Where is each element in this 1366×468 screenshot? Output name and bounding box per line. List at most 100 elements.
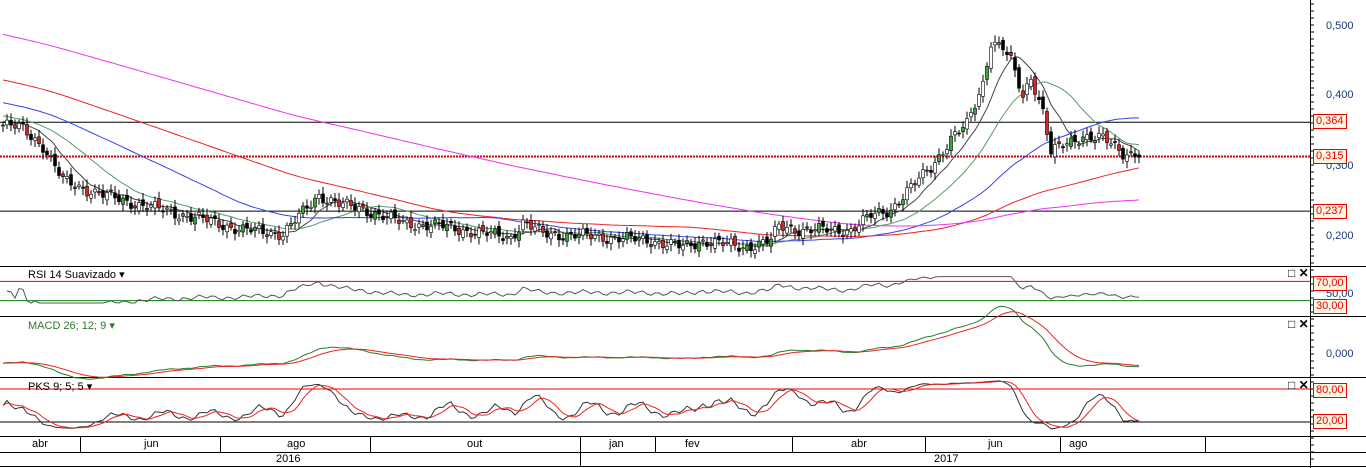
candle [733, 235, 737, 246]
candle [757, 241, 761, 248]
dropdown-icon[interactable]: ▾ [87, 381, 93, 393]
candle [921, 169, 925, 179]
candle [649, 244, 653, 247]
candle [945, 149, 949, 155]
x-month: fev [685, 438, 700, 450]
chart-window: RSI 14 Suavizado ▾ MACD 26; 12; 9 ▾ PKS … [0, 0, 1366, 468]
candle [1049, 131, 1053, 155]
candle [409, 217, 413, 229]
candle [89, 193, 93, 199]
x-month: ago [1069, 438, 1088, 450]
candle [817, 223, 821, 233]
candle [1013, 57, 1017, 71]
candle [225, 224, 229, 233]
price-tag-current: 0,315 [1313, 149, 1347, 164]
candle [877, 208, 881, 213]
candle [705, 241, 709, 247]
candle [377, 209, 381, 215]
candle [833, 226, 837, 232]
rsi-title[interactable]: RSI 14 Suavizado ▾ [28, 268, 125, 281]
dropdown-icon[interactable]: ▾ [109, 320, 115, 332]
candle [1025, 83, 1029, 96]
close-icon[interactable]: ✕ [1299, 378, 1309, 392]
candle [865, 214, 869, 218]
candle [81, 186, 85, 189]
close-icon[interactable]: ✕ [1299, 266, 1309, 280]
candle [541, 225, 545, 233]
candle [221, 224, 225, 231]
candle [1053, 144, 1057, 158]
candle [781, 221, 785, 231]
pks-title[interactable]: PKS 9; 5; 5 ▾ [28, 380, 92, 393]
rsi-level-70: 70,00 [1313, 276, 1347, 291]
candle [573, 234, 577, 239]
dropdown-icon[interactable]: ▾ [119, 269, 125, 281]
candle [1133, 153, 1137, 158]
candle [305, 205, 309, 209]
candle [977, 94, 981, 107]
candle [729, 238, 733, 246]
x-month: abr [32, 438, 48, 450]
candle [177, 218, 181, 222]
x-month: jun [988, 438, 1003, 450]
moving-average-200 [2, 34, 1140, 227]
maximize-icon[interactable]: □ [1288, 317, 1295, 331]
candle [101, 190, 105, 198]
candle [401, 220, 405, 222]
candle [369, 213, 373, 218]
candle [949, 135, 953, 151]
candle [501, 238, 505, 241]
candle [785, 227, 789, 234]
candle [989, 46, 993, 69]
candle [261, 224, 265, 234]
maximize-icon[interactable]: □ [1288, 266, 1295, 280]
candle [741, 247, 745, 250]
candle [565, 232, 569, 242]
candle [1109, 143, 1113, 146]
candle [537, 224, 541, 226]
x-month: abr [851, 438, 867, 450]
candle [601, 233, 605, 242]
candle [673, 241, 677, 243]
candle [1081, 136, 1085, 142]
candle [813, 229, 817, 232]
candle [393, 209, 397, 219]
candle [361, 204, 365, 208]
candle [557, 233, 561, 241]
candle [1085, 134, 1089, 140]
candle [125, 194, 129, 201]
candle [753, 249, 757, 254]
candle [37, 136, 41, 144]
candle [1121, 147, 1125, 160]
candle [481, 225, 485, 232]
close-icon[interactable]: ✕ [1299, 317, 1309, 331]
candle [505, 235, 509, 239]
candle [469, 233, 473, 238]
candle [441, 220, 445, 229]
candle [709, 243, 713, 247]
candle [533, 226, 537, 232]
candle [317, 194, 321, 199]
candle [293, 222, 297, 225]
chart-canvas[interactable] [0, 0, 1366, 468]
candle [109, 189, 113, 192]
candle [1057, 141, 1061, 145]
candle [289, 223, 293, 227]
macd-signal-line [2, 311, 1140, 378]
candle [809, 230, 813, 234]
candle [141, 199, 145, 206]
candle [445, 223, 449, 232]
maximize-icon[interactable]: □ [1288, 378, 1295, 392]
candle [341, 202, 345, 208]
macd-title[interactable]: MACD 26; 12; 9 ▾ [28, 319, 115, 332]
candle [233, 229, 237, 234]
candle [641, 235, 645, 239]
price-tag-resistance: 0,364 [1313, 114, 1347, 129]
candle [117, 195, 121, 203]
candle [5, 119, 9, 126]
candle [365, 208, 369, 217]
candle [337, 199, 341, 207]
candle [165, 207, 169, 210]
candle [885, 212, 889, 217]
candle [1001, 39, 1005, 51]
